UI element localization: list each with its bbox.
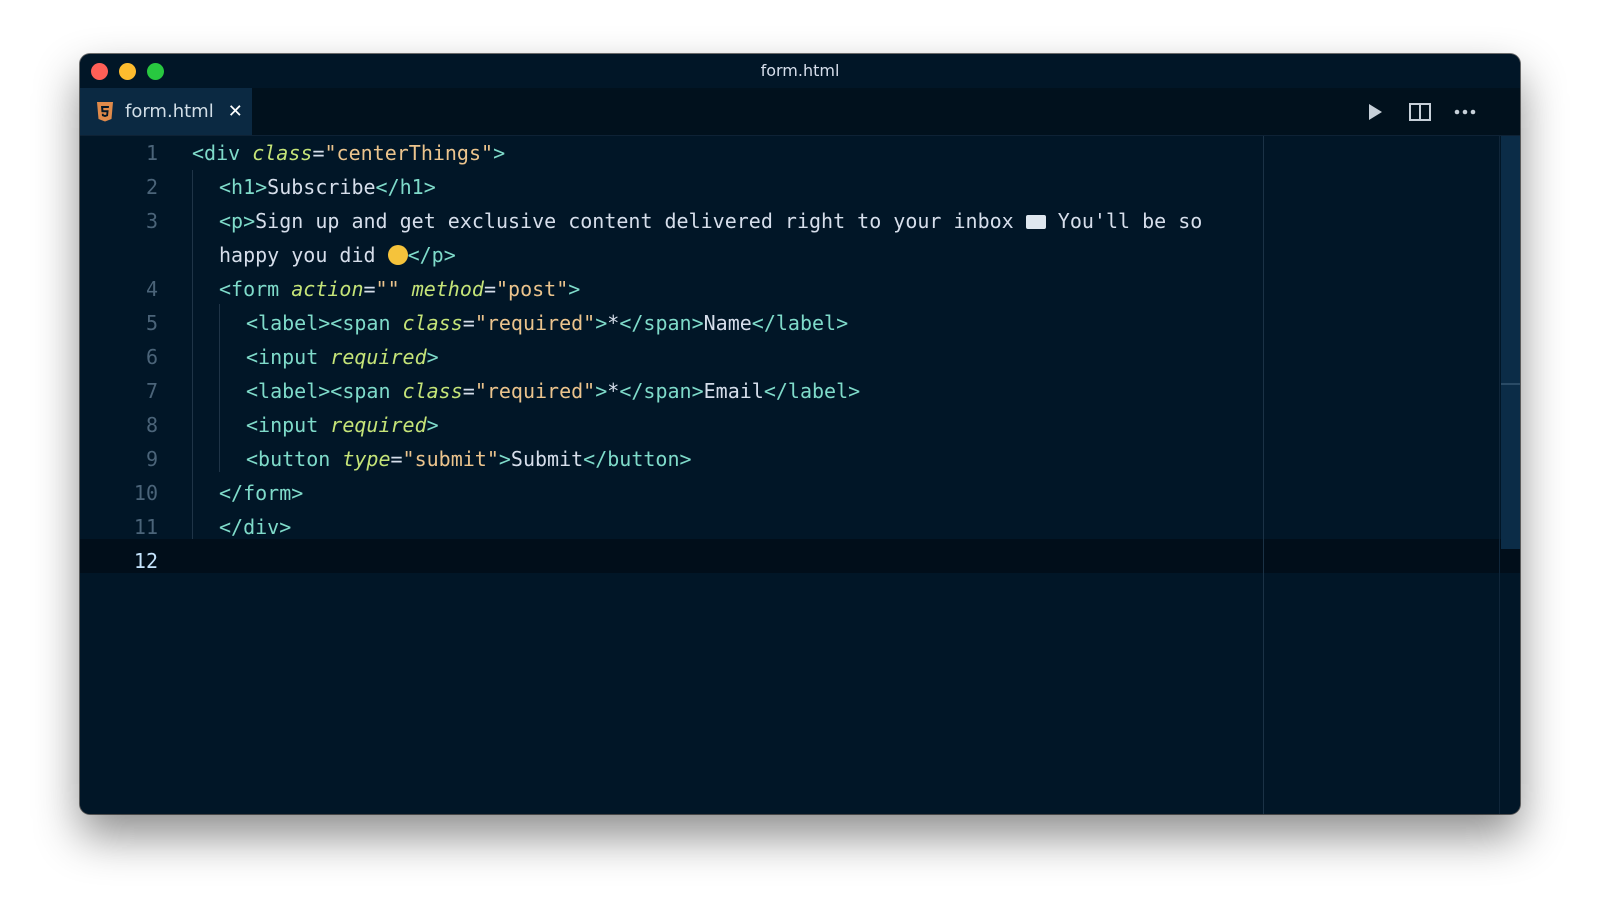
- envelope-emoji-icon: [1025, 215, 1046, 229]
- line-number: 3: [145, 209, 158, 233]
- scrollbar-cursor-marker: [1501, 383, 1520, 385]
- line-number: 4: [145, 277, 158, 301]
- tab-bar: form.html ✕: [80, 88, 1520, 136]
- close-tab-icon[interactable]: ✕: [228, 102, 243, 121]
- window-title: form.html: [760, 61, 840, 80]
- code-lines: <div class="centerThings"> <h1>Subscribe…: [192, 136, 1242, 578]
- code-line-8: <input required>: [246, 413, 439, 437]
- editor-window: form.html form.html ✕ 1 2 3 4 5 6 7 8 9 …: [80, 54, 1520, 814]
- tab-label: form.html: [125, 101, 214, 122]
- code-line-7: <label><span class="required">*</span>Em…: [246, 379, 861, 403]
- code-line-3: <p>Sign up and get exclusive content del…: [219, 209, 1215, 267]
- line-number: 10: [133, 481, 158, 505]
- code-line-1: <div class="centerThings">: [192, 141, 506, 165]
- code-line-6: <input required>: [246, 345, 439, 369]
- code-line-5: <label><span class="required">*</span>Na…: [246, 311, 849, 335]
- code-line-12[interactable]: [192, 544, 1242, 578]
- html5-icon: [96, 101, 114, 122]
- line-numbers: 1 2 3 4 5 6 7 8 9 10 11 12: [80, 136, 158, 578]
- line-number-wrap: [80, 238, 158, 272]
- line-number: 1: [145, 141, 158, 165]
- vertical-scrollbar[interactable]: [1499, 136, 1520, 814]
- line-number: 5: [145, 311, 158, 335]
- split-editor-icon[interactable]: [1408, 100, 1432, 124]
- more-icon[interactable]: [1453, 100, 1477, 124]
- cat-emoji-icon: [387, 245, 408, 265]
- line-number: 6: [145, 345, 158, 369]
- line-number: 2: [145, 175, 158, 199]
- title-bar: form.html: [80, 54, 1520, 88]
- line-number: 7: [145, 379, 158, 403]
- tab-form-html[interactable]: form.html ✕: [80, 88, 252, 135]
- code-editor[interactable]: 1 2 3 4 5 6 7 8 9 10 11 12 <div class="c…: [80, 136, 1520, 814]
- column-ruler: [1263, 136, 1264, 814]
- code-line-9: <button type="submit">Submit</button>: [246, 447, 692, 471]
- line-number: 8: [145, 413, 158, 437]
- code-line-2: <h1>Subscribe</h1>: [219, 175, 436, 199]
- line-number: 11: [133, 515, 158, 539]
- line-number: 9: [145, 447, 158, 471]
- play-icon[interactable]: [1363, 100, 1387, 124]
- code-line-10: </form>: [219, 481, 304, 505]
- code-line-11: </div>: [219, 515, 292, 539]
- scrollbar-thumb[interactable]: [1501, 136, 1520, 549]
- line-number-active: 12: [133, 549, 158, 573]
- code-line-4: <form action="" method="post">: [219, 277, 581, 301]
